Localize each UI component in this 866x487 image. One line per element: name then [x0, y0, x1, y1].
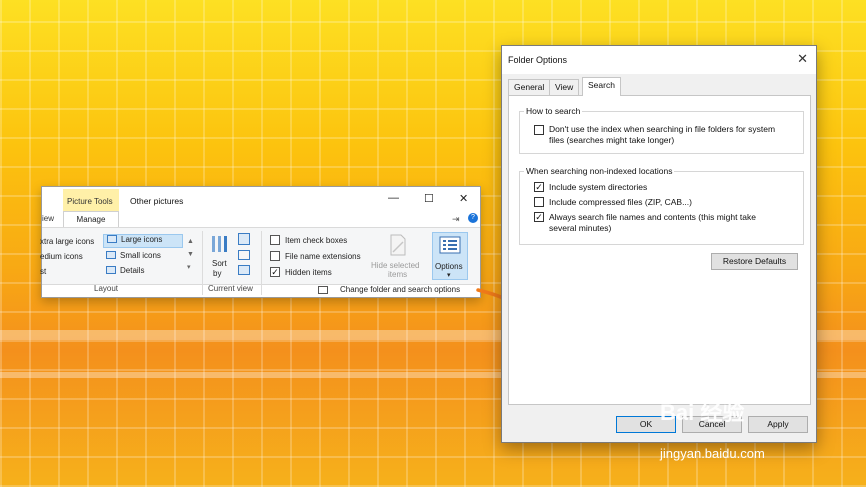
file-explorer-ribbon-window: Picture Tools Other pictures — ☐ ✕ iew M… — [40, 186, 481, 298]
apply-button[interactable]: Apply — [748, 416, 808, 433]
dont-use-index-label-line1: Don't use the index when searching in fi… — [549, 124, 776, 134]
folder-options-dialog: Folder Options ✕ General View Search How… — [501, 45, 817, 443]
non-indexed-group: When searching non-indexed locations ✓ I… — [519, 166, 804, 245]
include-compressed-files-checkbox[interactable] — [534, 197, 544, 207]
dialog-titlebar: Folder Options ✕ — [502, 46, 816, 74]
sort-by-label: by — [213, 269, 222, 278]
file-name-extensions-checkbox[interactable] — [270, 251, 280, 261]
layout-scroll-arrows-icon[interactable]: ▲ ▼ ▾ — [187, 235, 194, 274]
always-search-contents-label-line2: several minutes) — [549, 223, 612, 233]
layout-group-label: Layout — [94, 284, 119, 293]
current-view-group-label: Current view — [208, 284, 253, 293]
hide-selected-items-button[interactable]: Hide selected items — [368, 232, 428, 280]
hide-selected-label-line2: items — [388, 270, 408, 279]
tab-general[interactable]: General — [508, 79, 551, 95]
layout-details[interactable]: Details — [103, 266, 144, 275]
watermark-brand: Bai 经验 — [660, 400, 745, 425]
include-system-directories-label: Include system directories — [549, 182, 648, 192]
chevron-down-icon: ▾ — [447, 272, 451, 279]
layout-large-icons[interactable]: Large icons — [103, 234, 183, 248]
layout-extra-large-icons[interactable]: xtra large icons — [40, 237, 94, 246]
folder-options-icon — [318, 286, 328, 294]
pin-icon[interactable]: ⇥ — [452, 214, 460, 225]
search-tab-panel: How to search Don't use the index when s… — [508, 95, 811, 405]
dont-use-index-checkbox[interactable] — [534, 125, 544, 135]
hide-selected-icon — [390, 234, 406, 256]
picture-tools-label: Picture Tools — [67, 197, 113, 206]
restore-defaults-button[interactable]: Restore Defaults — [711, 253, 798, 270]
layout-large-icons-label: Large icons — [121, 235, 163, 244]
layout-details-label: Details — [120, 266, 145, 275]
item-check-boxes-label: Item check boxes — [285, 236, 348, 245]
file-name-extensions-label: File name extensions — [285, 252, 361, 261]
dialog-title: Folder Options — [508, 55, 568, 65]
add-columns-icon[interactable] — [238, 250, 250, 260]
tab-view[interactable]: View — [549, 79, 580, 95]
layout-list[interactable]: st — [40, 267, 46, 276]
tab-view[interactable]: iew — [42, 214, 54, 223]
include-system-directories-checkbox[interactable]: ✓ — [534, 182, 544, 192]
item-check-boxes-checkbox[interactable] — [270, 235, 280, 245]
small-icons-icon — [106, 251, 116, 259]
hidden-items-label: Hidden items — [285, 268, 332, 277]
tab-search[interactable]: Search — [582, 77, 621, 96]
how-to-search-legend: How to search — [524, 106, 583, 116]
tab-manage-label: Manage — [76, 215, 106, 224]
dialog-close-button[interactable]: ✕ — [797, 51, 808, 67]
layout-small-icons[interactable]: Small icons — [103, 251, 161, 260]
change-options-label: Change folder and search options — [340, 285, 461, 294]
layout-medium-icons[interactable]: edium icons — [40, 252, 83, 261]
options-icon — [439, 236, 461, 254]
always-search-contents-label-line1: Always search file names and contents (t… — [549, 212, 756, 222]
help-icon[interactable]: ? — [468, 213, 478, 223]
maximize-button[interactable]: ☐ — [424, 192, 434, 205]
group-by-icon[interactable] — [238, 233, 250, 245]
always-search-contents-checkbox[interactable]: ✓ — [534, 212, 544, 222]
window-title: Other pictures — [130, 196, 184, 206]
tab-manage[interactable]: Manage — [63, 211, 119, 228]
change-folder-search-options-item[interactable]: Change folder and search options — [318, 285, 478, 297]
layout-small-icons-label: Small icons — [120, 251, 161, 260]
watermark-url: jingyan.baidu.com — [660, 446, 765, 461]
close-button[interactable]: ✕ — [459, 192, 468, 205]
how-to-search-group: How to search Don't use the index when s… — [519, 106, 804, 154]
non-indexed-legend: When searching non-indexed locations — [524, 166, 675, 176]
options-button[interactable]: Options ▾ — [432, 232, 468, 280]
group-divider — [261, 231, 262, 295]
sort-by-button[interactable]: Sort by — [208, 232, 232, 280]
sort-label: Sort — [212, 259, 227, 268]
dont-use-index-label-line2: files (searches might take longer) — [549, 135, 675, 145]
large-icons-icon — [107, 235, 117, 243]
details-icon — [106, 266, 116, 274]
hidden-items-checkbox[interactable]: ✓ — [270, 267, 280, 277]
group-divider — [202, 231, 203, 295]
options-label: Options — [435, 262, 463, 271]
sort-icon — [212, 236, 227, 252]
hide-selected-label-line1: Hide selected — [371, 261, 420, 270]
minimize-button[interactable]: — — [388, 192, 399, 204]
size-columns-icon[interactable] — [238, 265, 250, 275]
include-compressed-files-label: Include compressed files (ZIP, CAB...) — [549, 197, 692, 207]
